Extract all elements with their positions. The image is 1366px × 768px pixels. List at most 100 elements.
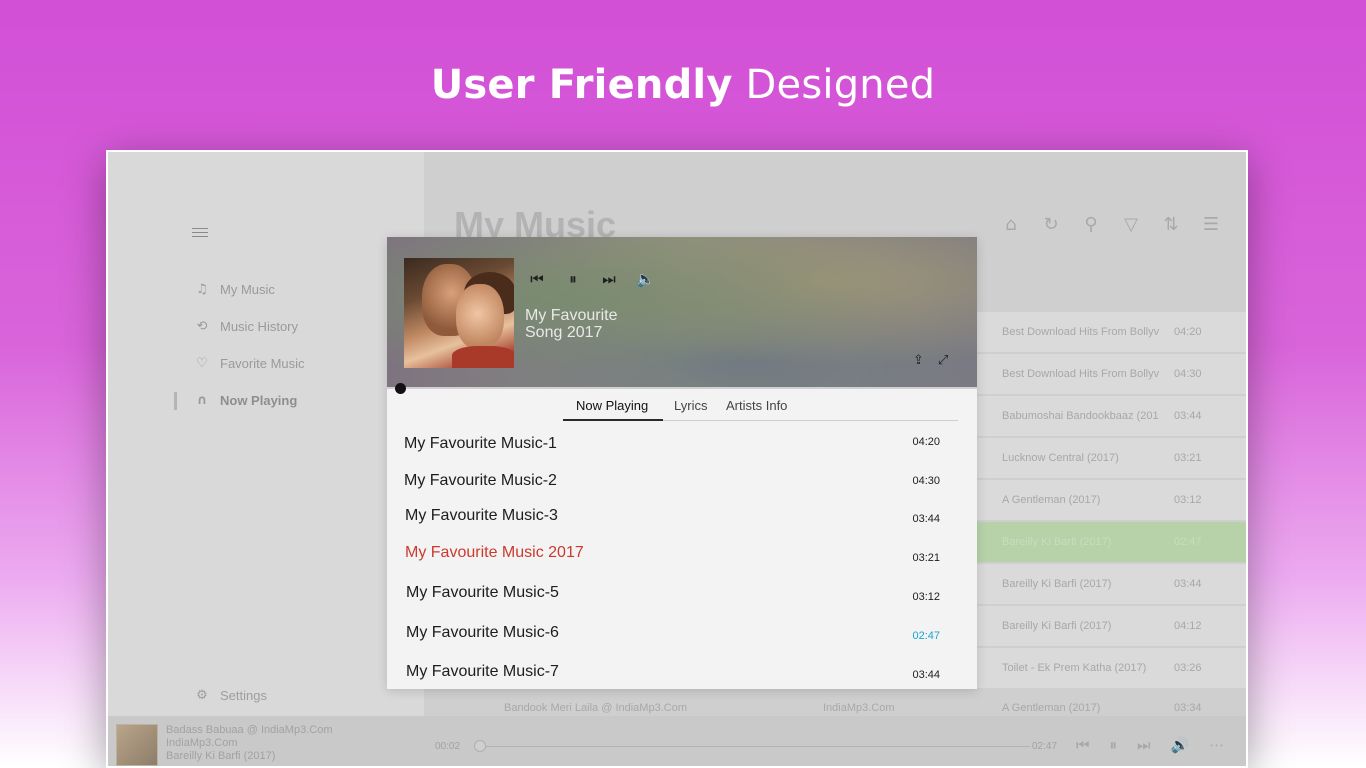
- list-item-title: My Favourite Music-1: [404, 435, 557, 452]
- album-cell: Bareilly Ki Barfi (2017): [1002, 536, 1112, 548]
- list-item-title: My Favourite Music-2: [404, 472, 557, 489]
- toolbar: ⌂ ↻ ⚲ ▽ ⇅ ☰: [1000, 214, 1222, 236]
- title-cell: Bandook Meri Laila @ IndiaMp3.Com: [504, 702, 687, 714]
- duration-cell: 03:12: [1174, 494, 1202, 506]
- player-controls: ⏮ ⏸ ⏭ 🔊 ⋯: [1076, 736, 1224, 754]
- tab-artists-info[interactable]: Artists Info: [726, 398, 787, 413]
- album-thumbnail[interactable]: [116, 724, 158, 766]
- elapsed-time: 00:02: [435, 741, 461, 752]
- list-item-duration: 03:44: [912, 669, 940, 681]
- duration-cell: 03:44: [1174, 578, 1202, 590]
- sidebar-item-label: Now Playing: [220, 392, 298, 408]
- tab-lyrics[interactable]: Lyrics: [674, 398, 707, 413]
- refresh-icon[interactable]: ↻: [1040, 214, 1062, 236]
- list-item[interactable]: My Favourite Music-2 04:30: [404, 464, 962, 494]
- expand-icon[interactable]: ⤢: [938, 353, 948, 368]
- hamburger-menu-icon[interactable]: [192, 228, 208, 238]
- sidebar-item-my-music[interactable]: ♫ My Music: [192, 277, 275, 301]
- album-cell: Bareilly Ki Barfi (2017): [1002, 578, 1112, 590]
- duration-cell: 03:26: [1174, 662, 1202, 674]
- sidebar-item-now-playing[interactable]: ∩ Now Playing: [192, 388, 298, 412]
- heart-icon: ♡: [196, 355, 208, 371]
- now-playing-header: ⏮ ⏸ ⏭ 🔈 My Favourite Song 2017 ⇪ ⤢: [387, 237, 977, 389]
- list-item-duration: 03:12: [912, 591, 940, 603]
- active-tab-underline: [563, 419, 663, 421]
- list-item-duration: 04:30: [912, 475, 940, 487]
- album-cell: Babumoshai Bandookbaaz (201: [1002, 410, 1159, 422]
- list-item-title: My Favourite Music-5: [406, 584, 559, 601]
- duration-cell: 03:44: [1174, 410, 1202, 422]
- list-item[interactable]: My Favourite Music-3 03:44: [404, 499, 962, 529]
- history-icon: ⟲: [196, 318, 208, 334]
- list-item-duration: 03:21: [912, 552, 940, 564]
- sidebar-item-label: My Music: [220, 281, 275, 297]
- headline-light: Designed: [745, 62, 936, 108]
- settings-label: Settings: [220, 688, 267, 703]
- seek-handle[interactable]: [474, 740, 486, 752]
- next-icon[interactable]: ⏭: [1137, 736, 1151, 754]
- volume-icon[interactable]: 🔊: [1171, 736, 1190, 754]
- volume-icon[interactable]: 🔈: [636, 270, 655, 288]
- tab-now-playing[interactable]: Now Playing: [576, 398, 648, 413]
- sidebar-item-favorite-music[interactable]: ♡ Favorite Music: [192, 351, 305, 375]
- album-cell: A Gentleman (2017): [1002, 702, 1101, 714]
- list-item-title: My Favourite Music-6: [406, 624, 559, 641]
- player-bar: Badass Babuaa @ IndiaMp3.Com IndiaMp3.Co…: [108, 716, 1246, 766]
- duration-cell: 04:12: [1174, 620, 1202, 632]
- now-playing-progress-bar[interactable]: [387, 387, 977, 389]
- pause-icon[interactable]: ⏸: [564, 270, 582, 288]
- queue-icon[interactable]: ☰: [1200, 214, 1222, 236]
- sidebar-item-label: Music History: [220, 318, 299, 334]
- headline: User Friendly Designed: [0, 62, 1366, 108]
- list-item-current[interactable]: My Favourite Music 2017 03:21: [404, 536, 962, 566]
- album-cell: Best Download Hits From Bollyv: [1002, 368, 1160, 380]
- sidebar-item-settings[interactable]: ⚙ Settings: [192, 688, 267, 703]
- album-cell: A Gentleman (2017): [1002, 494, 1101, 506]
- headphones-icon: ∩: [196, 392, 208, 408]
- next-icon[interactable]: ⏭: [600, 270, 618, 288]
- duration-cell: 03:21: [1174, 452, 1202, 464]
- music-note-icon: ♫: [196, 281, 208, 297]
- search-icon[interactable]: ⚲: [1080, 214, 1102, 236]
- player-title: Badass Babuaa @ IndiaMp3.Com: [166, 724, 333, 736]
- player-track-info: Badass Babuaa @ IndiaMp3.Com IndiaMp3.Co…: [166, 724, 332, 763]
- player-artist: IndiaMp3.Com: [166, 737, 238, 749]
- album-cell: Toilet - Ek Prem Katha (2017): [1002, 662, 1147, 674]
- seek-bar[interactable]: [480, 746, 1030, 747]
- album-art: [404, 258, 514, 368]
- now-playing-controls: ⏮ ⏸ ⏭ 🔈: [528, 270, 654, 288]
- sidebar-item-label: Favorite Music: [220, 355, 305, 371]
- previous-icon[interactable]: ⏮: [528, 270, 546, 288]
- now-playing-card: ⏮ ⏸ ⏭ 🔈 My Favourite Song 2017 ⇪ ⤢ Now P…: [387, 237, 977, 689]
- list-item[interactable]: My Favourite Music-1 04:20: [404, 427, 962, 457]
- now-playing-actions: ⇪ ⤢: [913, 353, 948, 368]
- home-icon[interactable]: ⌂: [1000, 214, 1022, 236]
- album-cell: Lucknow Central (2017): [1002, 452, 1119, 464]
- album-cell: Bareilly Ki Barfi (2017): [1002, 620, 1112, 632]
- list-item-title: My Favourite Music-3: [405, 507, 558, 524]
- total-time: 02:47: [1032, 741, 1058, 752]
- list-item-duration: 03:44: [912, 513, 940, 525]
- filter-icon[interactable]: ▽: [1120, 214, 1142, 236]
- gear-icon: ⚙: [196, 688, 208, 703]
- list-item-title: My Favourite Music 2017: [405, 544, 584, 561]
- player-album: Bareilly Ki Barfi (2017): [166, 750, 276, 762]
- sidebar-item-music-history[interactable]: ⟲ Music History: [192, 314, 298, 338]
- list-item[interactable]: My Favourite Music-7 03:44: [404, 655, 962, 685]
- now-playing-tabs: Now Playing Lyrics Artists Info: [387, 393, 977, 421]
- list-item[interactable]: My Favourite Music-6 02:47: [404, 616, 962, 646]
- list-item-duration: 02:47: [912, 630, 940, 642]
- share-icon[interactable]: ⇪: [913, 353, 924, 368]
- now-playing-song-title: My Favourite Song 2017: [525, 307, 618, 341]
- album-cell: Best Download Hits From Bollyv: [1002, 326, 1160, 338]
- artist-cell: IndiaMp3.Com: [823, 702, 895, 714]
- duration-cell: 02:47: [1174, 536, 1202, 548]
- list-item[interactable]: My Favourite Music-5 03:12: [404, 576, 962, 606]
- active-indicator: [174, 392, 177, 410]
- previous-icon[interactable]: ⏮: [1076, 736, 1090, 754]
- sort-icon[interactable]: ⇅: [1160, 214, 1182, 236]
- pause-icon[interactable]: ⏸: [1110, 736, 1118, 754]
- sidebar: ♫ My Music ⟲ Music History ♡ Favorite Mu…: [108, 152, 424, 766]
- headline-bold: User Friendly: [430, 62, 733, 108]
- more-icon[interactable]: ⋯: [1209, 736, 1224, 754]
